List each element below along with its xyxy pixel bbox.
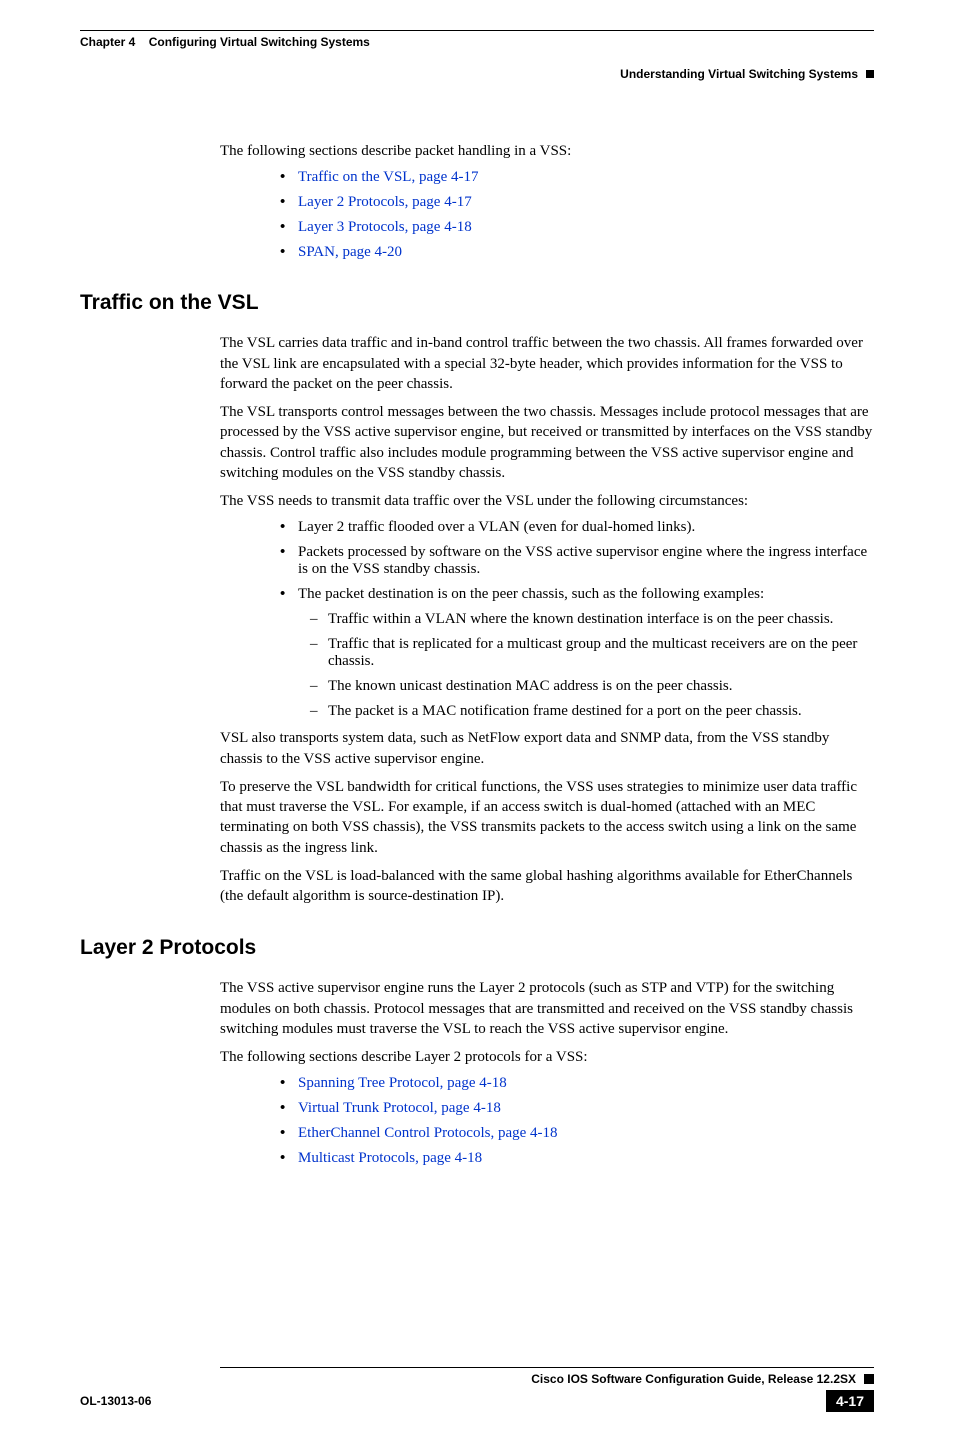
s1-subbullets: Traffic within a VLAN where the known de…: [270, 611, 874, 720]
link-multicast[interactable]: Multicast Protocols, page 4-18: [298, 1150, 482, 1166]
s1-bullets: Layer 2 traffic flooded over a VLAN (eve…: [240, 519, 874, 603]
heading-traffic-vsl: Traffic on the VSL: [80, 291, 874, 315]
page-header: Chapter 4 Configuring Virtual Switching …: [80, 35, 874, 49]
s1-bullet-1: Layer 2 traffic flooded over a VLAN (eve…: [280, 519, 874, 536]
page-footer: Cisco IOS Software Configuration Guide, …: [80, 1367, 874, 1412]
link-layer2[interactable]: Layer 2 Protocols, page 4-17: [298, 194, 472, 210]
s1-bullet-3: The packet destination is on the peer ch…: [280, 586, 874, 603]
s1-p1: The VSL carries data traffic and in-band…: [220, 333, 874, 394]
intro-paragraph: The following sections describe packet h…: [220, 141, 874, 161]
decorative-square-icon: [864, 1374, 874, 1384]
decorative-square-icon: [866, 70, 874, 78]
s2-p2: The following sections describe Layer 2 …: [220, 1047, 874, 1067]
intro-link-list: Traffic on the VSL, page 4-17 Layer 2 Pr…: [240, 169, 874, 261]
link-span[interactable]: SPAN, page 4-20: [298, 244, 402, 260]
chapter-title: Configuring Virtual Switching Systems: [149, 35, 370, 49]
s1-sub-3: The known unicast destination MAC addres…: [310, 678, 874, 695]
link-etherchannel[interactable]: EtherChannel Control Protocols, page 4-1…: [298, 1125, 558, 1141]
s1-sub-2: Traffic that is replicated for a multica…: [310, 636, 874, 670]
s1-sub-1: Traffic within a VLAN where the known de…: [310, 611, 874, 628]
section-title: Understanding Virtual Switching Systems: [620, 67, 858, 81]
s1-p4: VSL also transports system data, such as…: [220, 728, 874, 769]
footer-doc-id: OL-13013-06: [80, 1394, 151, 1408]
link-traffic-vsl[interactable]: Traffic on the VSL, page 4-17: [298, 169, 479, 185]
chapter-number: Chapter 4: [80, 35, 135, 49]
link-layer3[interactable]: Layer 3 Protocols, page 4-18: [298, 219, 472, 235]
footer-guide-title: Cisco IOS Software Configuration Guide, …: [80, 1372, 864, 1386]
s1-p3: The VSS needs to transmit data traffic o…: [220, 491, 874, 511]
s1-bullet-2: Packets processed by software on the VSS…: [280, 544, 874, 578]
link-stp[interactable]: Spanning Tree Protocol, page 4-18: [298, 1075, 507, 1091]
header-rule: [80, 30, 874, 31]
s1-p6: Traffic on the VSL is load-balanced with…: [220, 866, 874, 907]
s2-p1: The VSS active supervisor engine runs th…: [220, 978, 874, 1039]
footer-page-number: 4-17: [826, 1390, 874, 1412]
link-vtp[interactable]: Virtual Trunk Protocol, page 4-18: [298, 1100, 501, 1116]
s2-link-list: Spanning Tree Protocol, page 4-18 Virtua…: [240, 1075, 874, 1167]
s1-sub-4: The packet is a MAC notification frame d…: [310, 703, 874, 720]
s1-p5: To preserve the VSL bandwidth for critic…: [220, 777, 874, 858]
s1-p2: The VSL transports control messages betw…: [220, 402, 874, 483]
heading-layer2: Layer 2 Protocols: [80, 936, 874, 960]
